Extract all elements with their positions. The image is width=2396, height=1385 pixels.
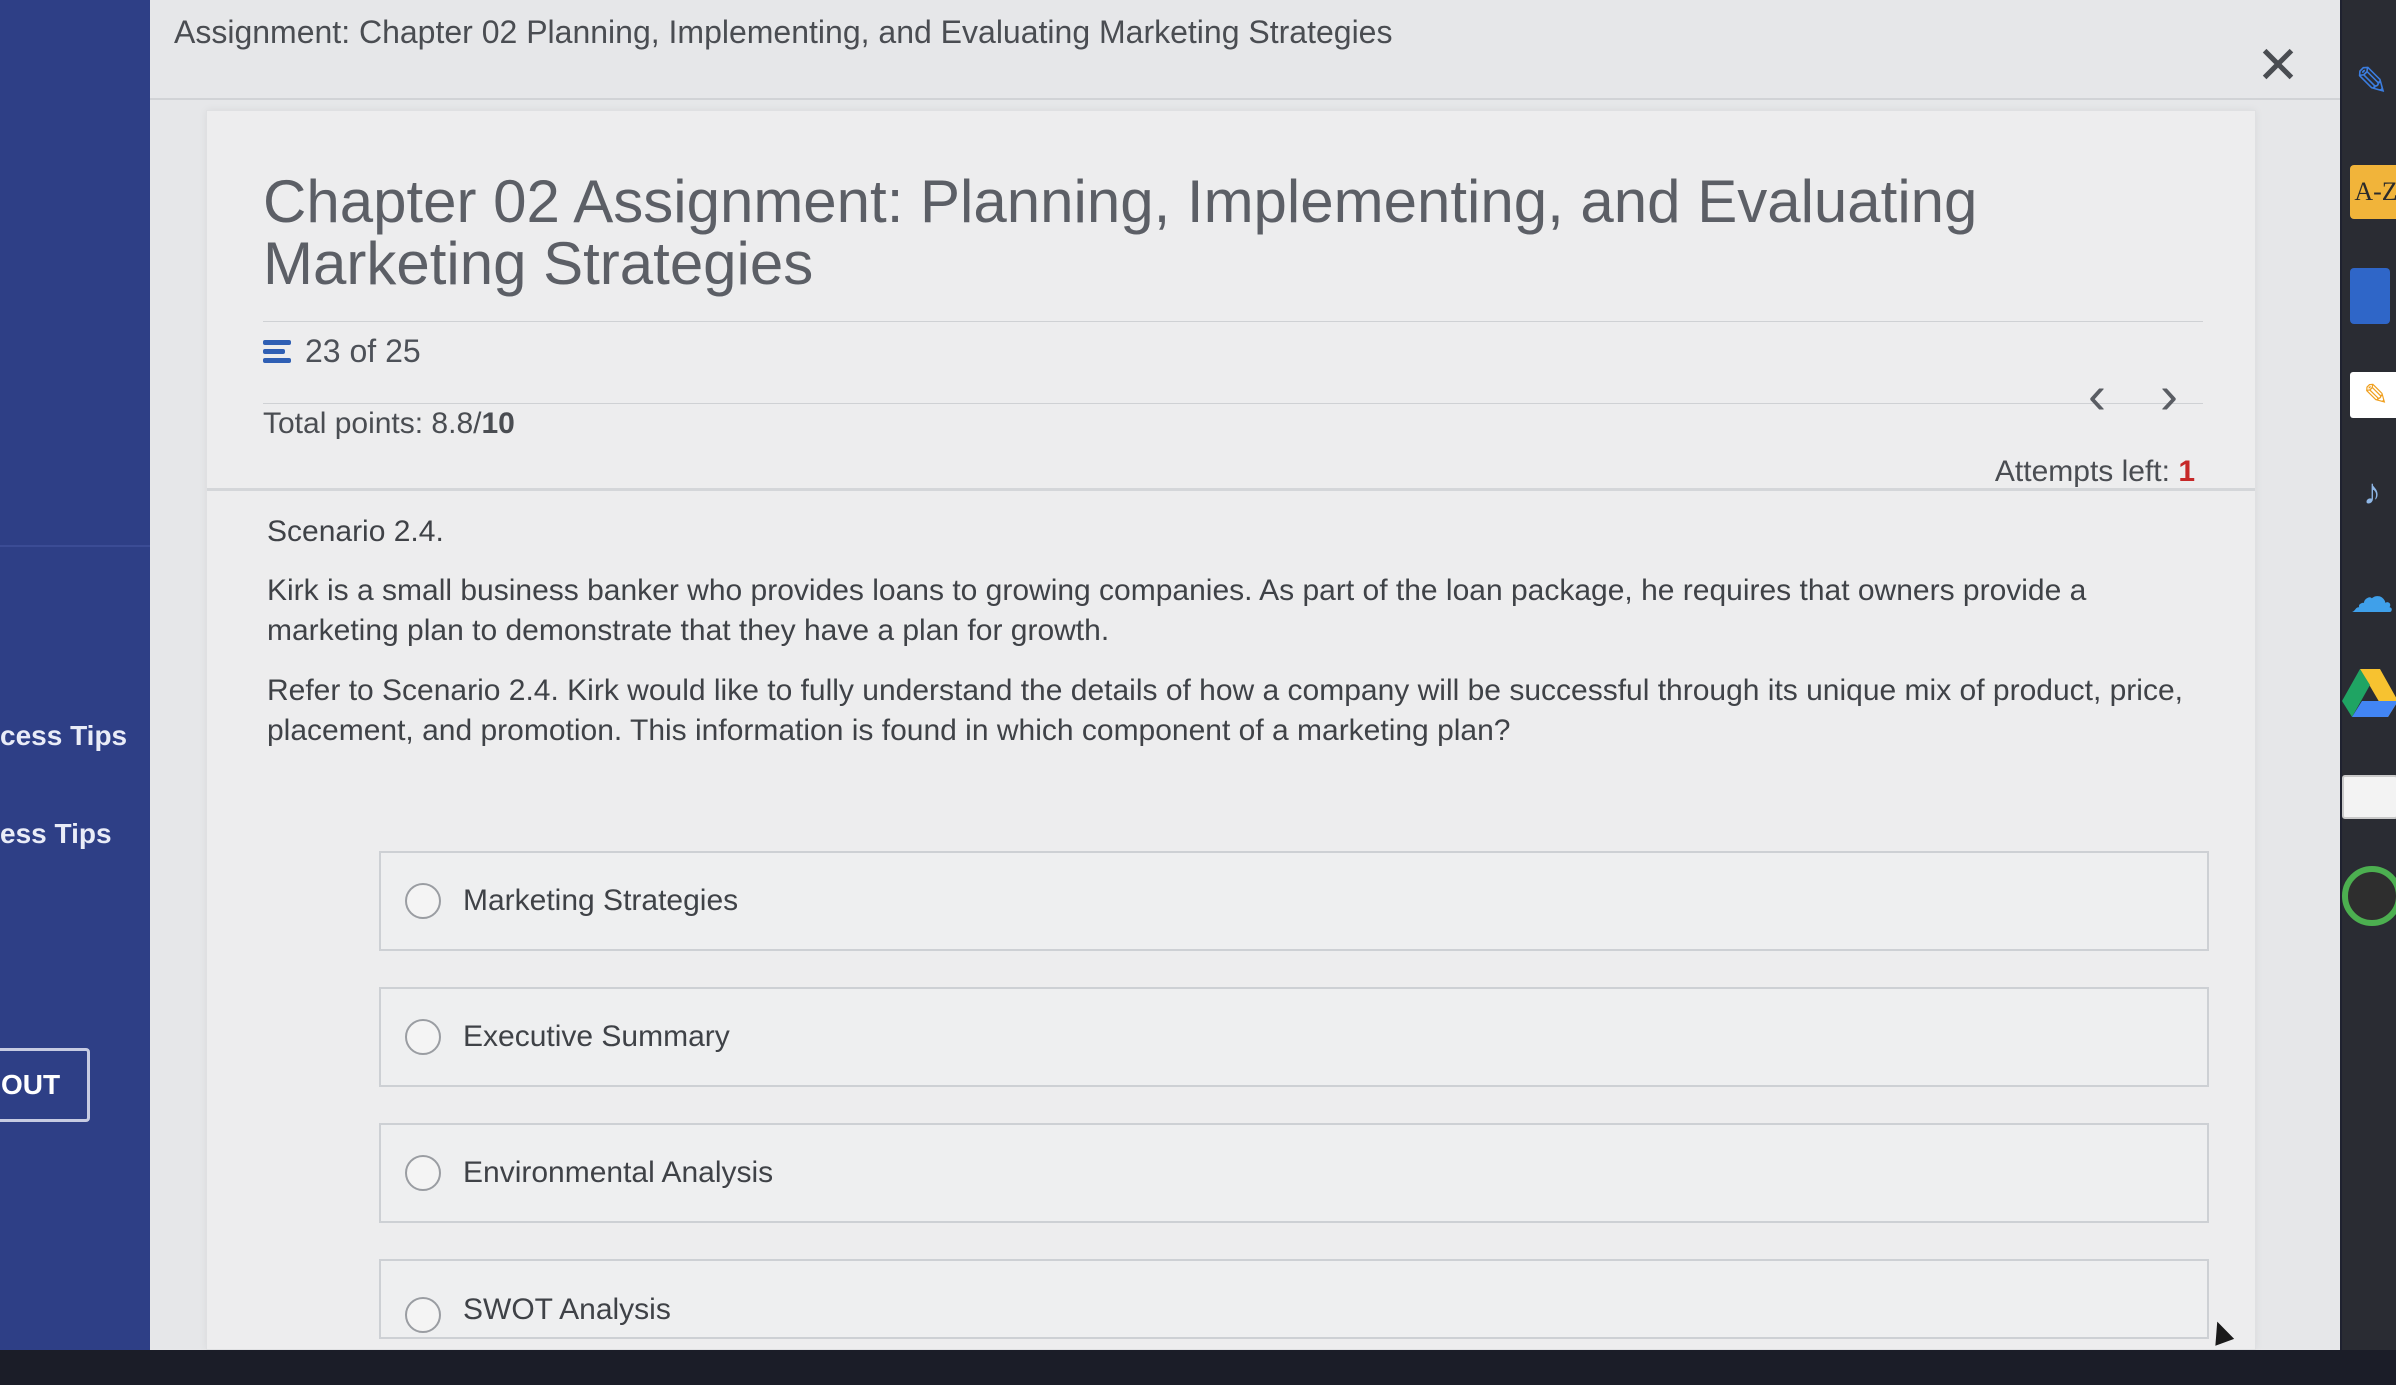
option-label: Marketing Strategies bbox=[463, 884, 739, 917]
answer-option-2[interactable]: Executive Summary bbox=[379, 987, 2209, 1087]
radio-button[interactable] bbox=[405, 1297, 441, 1333]
question-card: Chapter 02 Assignment: Planning, Impleme… bbox=[206, 110, 2256, 1350]
modal-header: Assignment: Chapter 02 Planning, Impleme… bbox=[150, 0, 2340, 100]
list-icon[interactable] bbox=[263, 338, 293, 366]
question-prompt: Refer to Scenario 2.4. Kirk would like t… bbox=[267, 674, 2183, 747]
option-label: Executive Summary bbox=[463, 1020, 730, 1053]
radio-button[interactable] bbox=[405, 883, 441, 919]
attempts-left: Attempts left: 1 bbox=[1995, 455, 2195, 489]
total-points: Total points: 8.8/10 bbox=[263, 407, 515, 441]
attempts-value: 1 bbox=[2178, 455, 2195, 488]
option-label: Environmental Analysis bbox=[463, 1156, 774, 1189]
page-title: Chapter 02 Assignment: Planning, Impleme… bbox=[263, 168, 1978, 297]
divider bbox=[263, 403, 2203, 404]
notes-icon[interactable] bbox=[2342, 775, 2396, 819]
nav-item-tips-1[interactable]: cess Tips bbox=[0, 720, 127, 752]
nav-divider bbox=[0, 545, 150, 547]
points-total: 10 bbox=[481, 407, 515, 440]
scenario-text: Kirk is a small business banker who prov… bbox=[267, 574, 2087, 647]
chevron-left-icon[interactable]: ‹ bbox=[2075, 368, 2119, 425]
left-navigation: cess Tips ess Tips OUT bbox=[0, 0, 160, 1350]
book-icon[interactable] bbox=[2350, 268, 2390, 324]
assignment-header: Chapter 02 Assignment: Planning, Impleme… bbox=[207, 111, 2255, 491]
radio-button[interactable] bbox=[405, 1155, 441, 1191]
extension-toolbar: ✎ A-Z ✎ ♪ ☁ bbox=[2342, 0, 2396, 1350]
notepad-icon[interactable]: ✎ bbox=[2350, 372, 2396, 418]
progress-text: 23 of 25 bbox=[305, 333, 421, 369]
divider bbox=[263, 321, 2203, 322]
close-icon[interactable]: ✕ bbox=[2252, 40, 2304, 92]
onedrive-icon[interactable]: ☁ bbox=[2342, 573, 2396, 622]
answer-option-1[interactable]: Marketing Strategies bbox=[379, 851, 2209, 951]
radio-button[interactable] bbox=[405, 1019, 441, 1055]
points-label: Total points: 8.8/ bbox=[263, 407, 482, 440]
mouse-cursor-icon bbox=[2207, 1318, 2235, 1346]
profile-icon[interactable] bbox=[2342, 866, 2396, 926]
assignment-modal: Assignment: Chapter 02 Planning, Impleme… bbox=[150, 0, 2340, 1350]
google-drive-icon[interactable] bbox=[2342, 669, 2396, 717]
answer-option-3[interactable]: Environmental Analysis bbox=[379, 1123, 2209, 1223]
option-label: SWOT Analysis bbox=[463, 1293, 671, 1326]
chevron-right-icon[interactable]: › bbox=[2147, 368, 2191, 425]
attempts-label: Attempts left: bbox=[1994, 455, 2179, 488]
question-progress[interactable]: 23 of 25 bbox=[263, 333, 421, 370]
logout-button[interactable]: OUT bbox=[0, 1048, 90, 1122]
nav-item-tips-2[interactable]: ess Tips bbox=[0, 818, 112, 850]
modal-title: Assignment: Chapter 02 Planning, Impleme… bbox=[174, 14, 1393, 50]
taskbar bbox=[0, 1350, 2396, 1385]
speech-icon[interactable]: ♪ bbox=[2350, 470, 2394, 514]
answer-option-4[interactable]: SWOT Analysis bbox=[379, 1259, 2209, 1339]
dictionary-icon[interactable]: A-Z bbox=[2350, 165, 2396, 219]
pencil-icon[interactable]: ✎ bbox=[2350, 60, 2394, 104]
scenario-label: Scenario 2.4. bbox=[267, 515, 444, 548]
google-drive-logo bbox=[2342, 669, 2396, 717]
